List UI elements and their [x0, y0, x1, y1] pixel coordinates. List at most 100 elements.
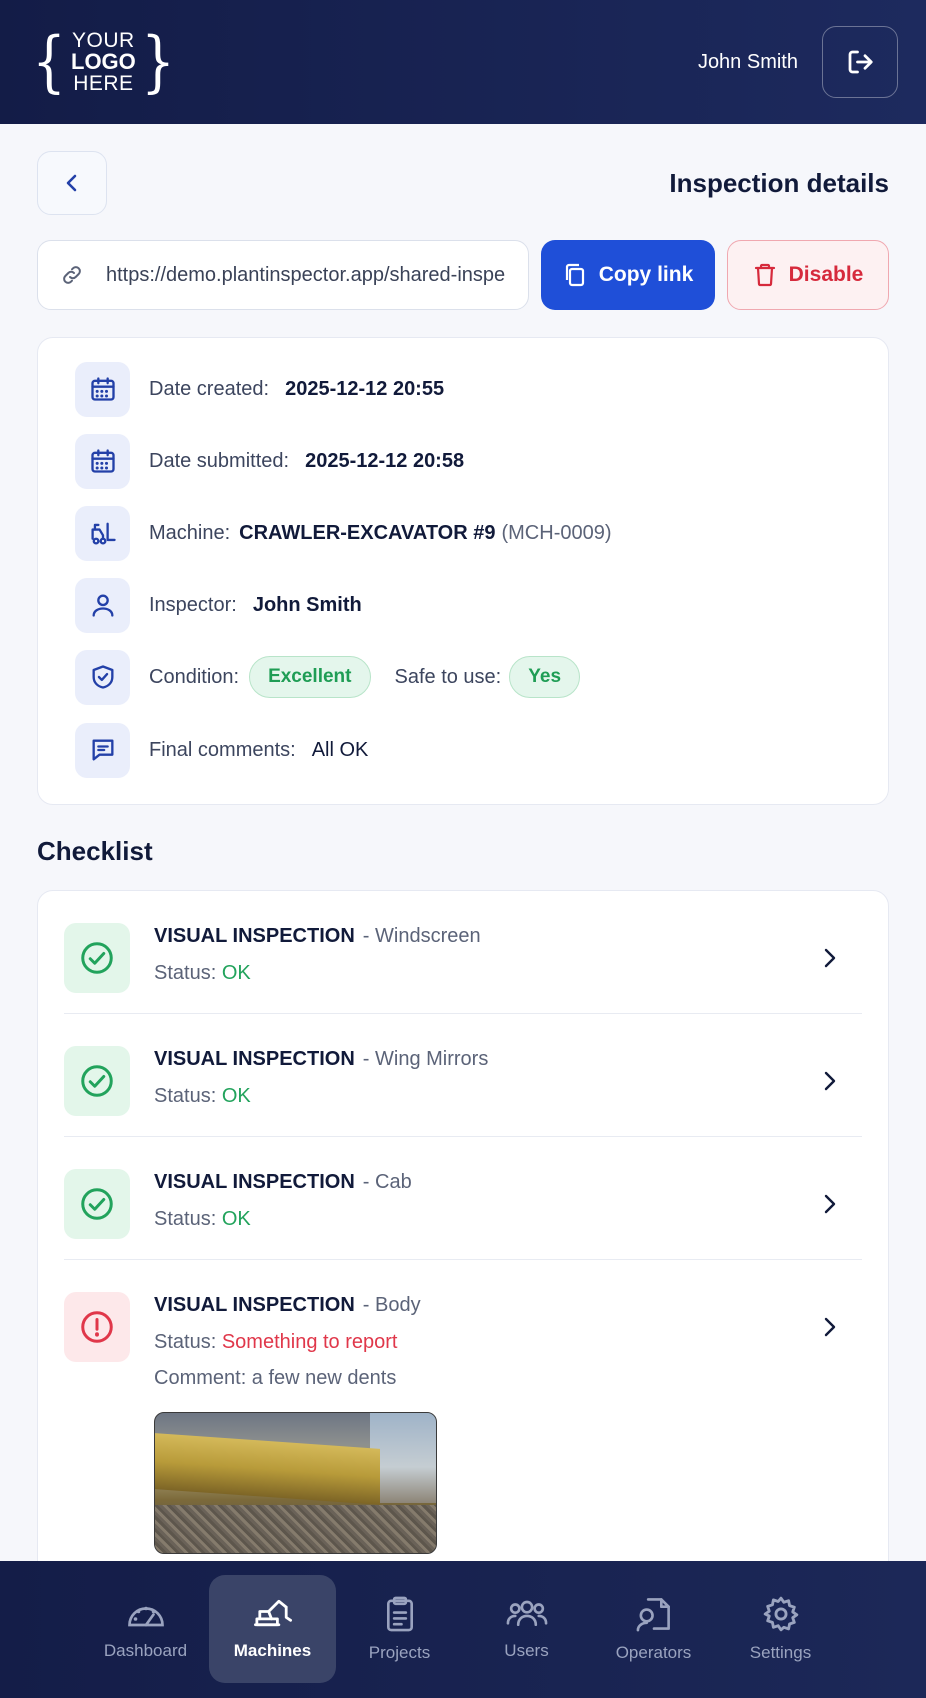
item-part: - Body — [362, 1294, 421, 1316]
detail-inspector: Inspector: John Smith — [75, 577, 888, 633]
check-circle-icon — [81, 942, 113, 974]
item-part: - Windscreen — [362, 925, 481, 947]
checklist-title: Checklist — [37, 836, 153, 866]
nav-item-projects[interactable]: Projects — [336, 1575, 463, 1683]
inspector-label: Inspector: — [149, 593, 237, 616]
machine-name[interactable]: CRAWLER-EXCAVATOR #9 — [239, 522, 495, 545]
logo[interactable]: { YOUR LOGO HERE } — [28, 29, 179, 95]
detail-final-comments: Final comments: All OK — [75, 722, 888, 778]
status-value: OK — [221, 1208, 251, 1230]
disable-button[interactable]: Disable — [727, 240, 889, 310]
user-name: John Smith — [697, 50, 798, 73]
status-prefix: Status: — [154, 962, 217, 984]
nav-label-operators: Operators — [615, 1643, 692, 1662]
nav-item-operators[interactable]: Operators — [590, 1575, 717, 1683]
checklist-item[interactable]: VISUAL INSPECTION - Wing Mirrors Status: … — [64, 1014, 862, 1137]
condition-label: Condition: — [149, 665, 240, 688]
bottom-nav: Dashboard Machines Projects Users Operat… — [0, 1561, 926, 1698]
date-created-label: Date created: — [149, 377, 270, 400]
nav-label-machines: Machines — [233, 1641, 312, 1660]
excavator-icon — [253, 1599, 292, 1627]
calendar-icon — [90, 449, 115, 473]
trash-icon — [754, 263, 775, 287]
detail-condition: Condition: Excellent Safe to use: Yes — [75, 649, 888, 705]
share-link-field[interactable] — [37, 240, 529, 310]
logo-line-1: YOUR — [72, 29, 135, 52]
detail-date-submitted: Date submitted: 2025-12-12 20:58 — [75, 433, 888, 489]
machine-label: Machine: — [149, 521, 231, 544]
status-prefix: Status: — [154, 1208, 217, 1230]
inspector-value: John Smith — [252, 593, 362, 616]
item-category: VISUAL INSPECTION — [154, 1048, 355, 1070]
disable-label: Disable — [788, 263, 864, 286]
alert-circle-icon — [81, 1311, 113, 1343]
operator-icon — [636, 1598, 670, 1632]
chevron-right-icon — [824, 1317, 836, 1337]
check-circle-icon — [81, 1188, 113, 1220]
title-row: Inspection details — [37, 151, 889, 215]
chevron-left-icon — [66, 174, 77, 192]
final-comments-value: All OK — [311, 738, 369, 761]
app-header: { YOUR LOGO HERE } John Smith — [0, 0, 926, 124]
share-link-input[interactable] — [106, 263, 506, 287]
chevron-right-icon — [824, 1071, 836, 1091]
chevron-right-icon — [824, 948, 836, 968]
page-title: Inspection details — [669, 167, 889, 198]
clipboard-icon — [386, 1596, 413, 1632]
nav-label-projects: Projects — [368, 1643, 431, 1662]
user-icon — [92, 594, 114, 617]
share-link-row: Copy link Disable — [37, 240, 889, 310]
forklift-icon — [90, 522, 116, 545]
inspection-photo[interactable] — [154, 1412, 437, 1554]
logout-icon — [848, 50, 873, 74]
checklist-card: VISUAL INSPECTION - Windscreen Status: OK — [37, 890, 889, 1561]
copy-icon — [565, 263, 584, 287]
condition-badge: Excellent — [249, 656, 371, 698]
final-comments-label: Final comments: — [149, 738, 296, 761]
nav-label-settings: Settings — [749, 1643, 812, 1662]
back-button[interactable] — [37, 151, 107, 215]
checklist-item[interactable]: VISUAL INSPECTION - Windscreen Status: OK — [64, 891, 862, 1014]
check-circle-icon — [81, 1065, 113, 1097]
copy-link-label: Copy link — [598, 263, 694, 286]
checklist-item[interactable]: VISUAL INSPECTION - Body Status: Somethin… — [64, 1260, 862, 1554]
main-content: Inspection details Copy link Disable — [0, 124, 926, 1561]
status-value: OK — [221, 1085, 251, 1107]
date-submitted-label: Date submitted: — [149, 449, 290, 472]
nav-label-users: Users — [504, 1641, 549, 1660]
gauge-icon — [127, 1606, 164, 1627]
calendar-icon — [90, 377, 115, 401]
item-category: VISUAL INSPECTION — [154, 925, 355, 947]
nav-item-users[interactable]: Users — [463, 1575, 590, 1683]
nav-label-dashboard: Dashboard — [103, 1641, 188, 1660]
item-category: VISUAL INSPECTION — [154, 1171, 355, 1193]
chevron-right-icon — [824, 1194, 836, 1214]
checklist-item[interactable]: VISUAL INSPECTION - Cab Status: OK — [64, 1137, 862, 1260]
nav-item-machines[interactable]: Machines — [209, 1575, 336, 1683]
safe-to-use-label: Safe to use: — [394, 665, 502, 688]
status-prefix: Status: — [154, 1085, 217, 1107]
safe-to-use-badge: Yes — [509, 656, 581, 698]
status-prefix: Status: — [154, 1331, 217, 1353]
logout-button[interactable] — [822, 26, 898, 98]
nav-item-dashboard[interactable]: Dashboard — [82, 1575, 209, 1683]
nav-item-settings[interactable]: Settings — [717, 1575, 844, 1683]
date-submitted-value: 2025-12-12 20:58 — [305, 449, 465, 472]
logo-line-3: HERE — [73, 72, 134, 95]
shield-check-icon — [92, 665, 114, 689]
machine-code: (MCH-0009) — [501, 521, 612, 544]
link-icon — [63, 266, 81, 284]
details-card: Date created: 2025-12-12 20:55 Date subm… — [37, 337, 889, 805]
item-part: - Cab — [362, 1171, 412, 1193]
item-category: VISUAL INSPECTION — [154, 1294, 355, 1316]
copy-link-button[interactable]: Copy link — [541, 240, 715, 310]
item-comment: Comment: a few new dents — [154, 1367, 397, 1389]
detail-date-created: Date created: 2025-12-12 20:55 — [75, 361, 888, 417]
logo-line-2: LOGO — [71, 49, 136, 74]
header-right: John Smith — [698, 26, 898, 98]
status-value: OK — [221, 962, 251, 984]
gear-icon — [763, 1596, 798, 1632]
comment-icon — [92, 739, 114, 761]
date-created-value: 2025-12-12 20:55 — [285, 377, 445, 400]
detail-machine: Machine: CRAWLER-EXCAVATOR #9 (MCH-0009) — [75, 505, 888, 561]
